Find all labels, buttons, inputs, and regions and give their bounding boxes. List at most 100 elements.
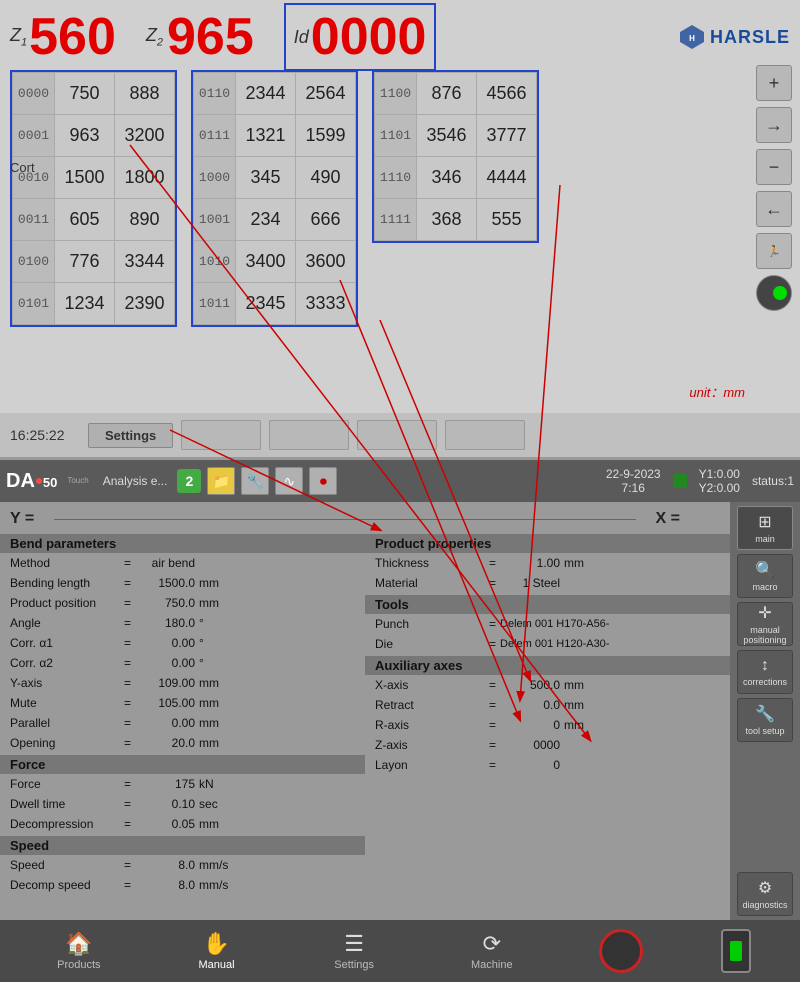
tab-button-2[interactable]	[269, 420, 349, 450]
nav-products[interactable]: 🏠 Products	[49, 931, 109, 971]
value-cell[interactable]: 963	[55, 115, 115, 157]
table1: 0000 750 888 0001 963 3200 0010 1500	[12, 72, 175, 325]
divider-line	[54, 519, 635, 520]
value-cell[interactable]: 3400	[236, 241, 296, 283]
value-cell[interactable]: 3344	[115, 241, 175, 283]
value-cell[interactable]: 1234	[55, 283, 115, 325]
folder-button[interactable]: 📁	[207, 467, 235, 495]
minus-button[interactable]: −	[756, 149, 792, 185]
table-row[interactable]: 0000 750 888	[13, 73, 175, 115]
value-cell[interactable]: 2345	[236, 283, 296, 325]
manual-positioning-button[interactable]: ✛ manual positioning	[737, 602, 793, 646]
diagnostics-button[interactable]: ⚙ diagnostics	[737, 872, 793, 916]
wave-button[interactable]: ∿	[275, 467, 303, 495]
value-cell[interactable]: 345	[236, 157, 296, 199]
table-row[interactable]: 0011 605 890	[13, 199, 175, 241]
bend-params-title: Bend parameters	[0, 534, 365, 553]
toggle-button[interactable]	[721, 929, 751, 973]
settings-button[interactable]: Settings	[88, 423, 173, 448]
value-cell[interactable]: 605	[55, 199, 115, 241]
param-corr-a1: Corr. α1 = 0.00 °	[0, 633, 365, 653]
value-cell[interactable]: 368	[417, 199, 477, 241]
arrow-right-button[interactable]: →	[756, 107, 792, 143]
value-cell[interactable]: 3600	[296, 241, 356, 283]
table-row[interactable]: 0001 963 3200	[13, 115, 175, 157]
value-cell[interactable]: 1500	[55, 157, 115, 199]
table-row[interactable]: 1010 3400 3600	[194, 241, 356, 283]
value-cell[interactable]: 1321	[236, 115, 296, 157]
value-cell[interactable]: 750	[55, 73, 115, 115]
data-tables-area: 0000 750 888 0001 963 3200 0010 1500	[0, 70, 800, 332]
green-num-button[interactable]: 2	[177, 469, 201, 493]
table-row[interactable]: 1100 876 4566	[375, 73, 537, 115]
tab-button-3[interactable]	[357, 420, 437, 450]
value-cell[interactable]: 1599	[296, 115, 356, 157]
record-button[interactable]: ⏺	[309, 467, 337, 495]
table3-border: 1100 876 4566 1101 3546 3777 1110 346	[372, 70, 539, 243]
green-dot	[773, 286, 787, 300]
lock-icon	[673, 474, 687, 488]
green-indicator	[756, 275, 792, 311]
value-cell[interactable]: 2344	[236, 73, 296, 115]
nav-machine[interactable]: ⟳ Machine	[462, 931, 522, 971]
table-row[interactable]: 0110 2344 2564	[194, 73, 356, 115]
value-cell[interactable]: 2390	[115, 283, 175, 325]
value-cell[interactable]: 490	[296, 157, 356, 199]
value-cell[interactable]: 890	[115, 199, 175, 241]
value-cell[interactable]: 346	[417, 157, 477, 199]
value-cell[interactable]: 3546	[417, 115, 477, 157]
table-row[interactable]: 1000 345 490	[194, 157, 356, 199]
plus-button[interactable]: +	[756, 65, 792, 101]
id-label: Id	[294, 27, 309, 48]
value-cell[interactable]: 776	[55, 241, 115, 283]
figure-button[interactable]: 🏃	[756, 233, 792, 269]
harsle-logo: H HARSLE	[678, 23, 790, 51]
tools-title: Tools	[365, 595, 730, 614]
tab-button-1[interactable]	[181, 420, 261, 450]
value-cell[interactable]: 2564	[296, 73, 356, 115]
corrections-button[interactable]: ↕ corrections	[737, 650, 793, 694]
da-touch-label: Touch	[67, 477, 88, 485]
value-cell[interactable]: 234	[236, 199, 296, 241]
z2-label: Z2	[146, 25, 163, 49]
macro-button[interactable]: 🔍 macro	[737, 554, 793, 598]
param-mute: Mute = 105.00 mm	[0, 693, 365, 713]
table-row[interactable]: 0101 1234 2390	[13, 283, 175, 325]
id-box: Id 0000	[284, 3, 437, 71]
arrow-left-button[interactable]: ←	[756, 191, 792, 227]
tool-setup-button[interactable]: 🔧 tool setup	[737, 698, 793, 742]
wrench-button[interactable]: 🔧	[241, 467, 269, 495]
value-cell[interactable]: 888	[115, 73, 175, 115]
table-row[interactable]: 0111 1321 1599	[194, 115, 356, 157]
value-cell[interactable]: 4566	[477, 73, 537, 115]
da-status: status:1	[752, 474, 794, 488]
value-cell[interactable]: 876	[417, 73, 477, 115]
main-button[interactable]: ⊞ main	[737, 506, 793, 550]
value-cell[interactable]: 4444	[477, 157, 537, 199]
table-row[interactable]: 1011 2345 3333	[194, 283, 356, 325]
value-cell[interactable]: 666	[296, 199, 356, 241]
value-cell[interactable]: 3777	[477, 115, 537, 157]
value-cell[interactable]: 1800	[115, 157, 175, 199]
unit-label: unit：mm	[689, 382, 745, 401]
code-cell: 1011	[194, 283, 236, 325]
value-cell[interactable]: 555	[477, 199, 537, 241]
table-row[interactable]: 1001 234 666	[194, 199, 356, 241]
circle-button[interactable]	[599, 929, 643, 973]
da-logo-num: 50	[43, 475, 57, 490]
tab-button-4[interactable]	[445, 420, 525, 450]
manual-icon: ✋	[203, 931, 230, 957]
value-cell[interactable]: 3333	[296, 283, 356, 325]
param-header: Y = X =	[0, 506, 730, 532]
corrections-icon: ↕	[761, 657, 769, 675]
value-cell[interactable]: 3200	[115, 115, 175, 157]
harsle-text: HARSLE	[710, 27, 790, 48]
table-row[interactable]: 1101 3546 3777	[375, 115, 537, 157]
table-row[interactable]: 1110 346 4444	[375, 157, 537, 199]
nav-settings[interactable]: ☰ Settings	[324, 931, 384, 971]
table-row[interactable]: 0010 1500 1800	[13, 157, 175, 199]
param-bending-length: Bending length = 1500.0 mm	[0, 573, 365, 593]
table-row[interactable]: 0100 776 3344	[13, 241, 175, 283]
nav-manual[interactable]: ✋ Manual	[186, 931, 246, 971]
table-row[interactable]: 1111 368 555	[375, 199, 537, 241]
